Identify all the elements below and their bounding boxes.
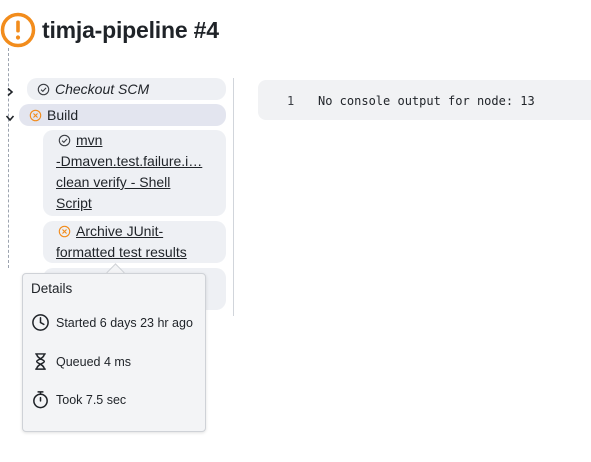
tree-node-build[interactable]: Build [19,104,226,126]
console-line-text: No console output for node: 13 [318,94,535,108]
page-header: timja-pipeline #4 [0,8,219,52]
tooltip-started-text: Started 6 days 23 hr ago [56,315,193,330]
step-label-line: mvn [76,132,103,148]
expand-chevron-right-icon[interactable] [3,85,17,99]
tooltip-took-text: Took 7.5 sec [56,392,127,407]
tooltip-took-row: Took 7.5 sec [31,390,126,409]
tree-connector-line [8,48,9,268]
stopwatch-icon [33,391,48,409]
step-label-line: Archive JUnit- [76,223,164,239]
step-label-line: -Dmaven.test.failure.i… [56,153,203,169]
step-mvn-shell-script[interactable]: mvn -Dmaven.test.failure.i… clean verify… [43,130,226,216]
failed-x-icon [58,225,71,238]
details-tooltip: Details Started 6 days 23 hr ago Queued … [22,273,206,432]
pipeline-page: timja-pipeline #4 Checkout SCM Build mvn… [0,0,591,462]
tooltip-started-row: Started 6 days 23 hr ago [31,313,193,332]
hourglass-icon [35,353,46,370]
tooltip-title: Details [31,281,73,296]
tree-node-label: Build [47,107,79,123]
console-line-number: 1 [287,94,295,108]
tooltip-queued-row: Queued 4 ms [31,352,131,371]
success-check-icon [58,134,71,147]
step-label-line: clean verify - Shell [56,174,171,190]
tree-node-label: Checkout SCM [55,81,150,97]
tooltip-queued-text: Queued 4 ms [56,354,132,369]
page-title: timja-pipeline #4 [42,16,219,43]
clock-icon [32,314,49,331]
step-label-line: Script [56,195,92,211]
success-check-icon [37,83,50,95]
tree-node-checkout-scm[interactable]: Checkout SCM [27,78,226,100]
panel-divider [233,78,234,316]
step-label-line: formatted test results [56,244,187,260]
unstable-status-icon [0,12,36,48]
console-output: 1 No console output for node: 13 [258,80,591,120]
step-archive-junit[interactable]: Archive JUnit- formatted test results [43,221,226,263]
collapse-chevron-down-icon[interactable] [3,111,17,125]
failed-x-icon [29,109,42,121]
